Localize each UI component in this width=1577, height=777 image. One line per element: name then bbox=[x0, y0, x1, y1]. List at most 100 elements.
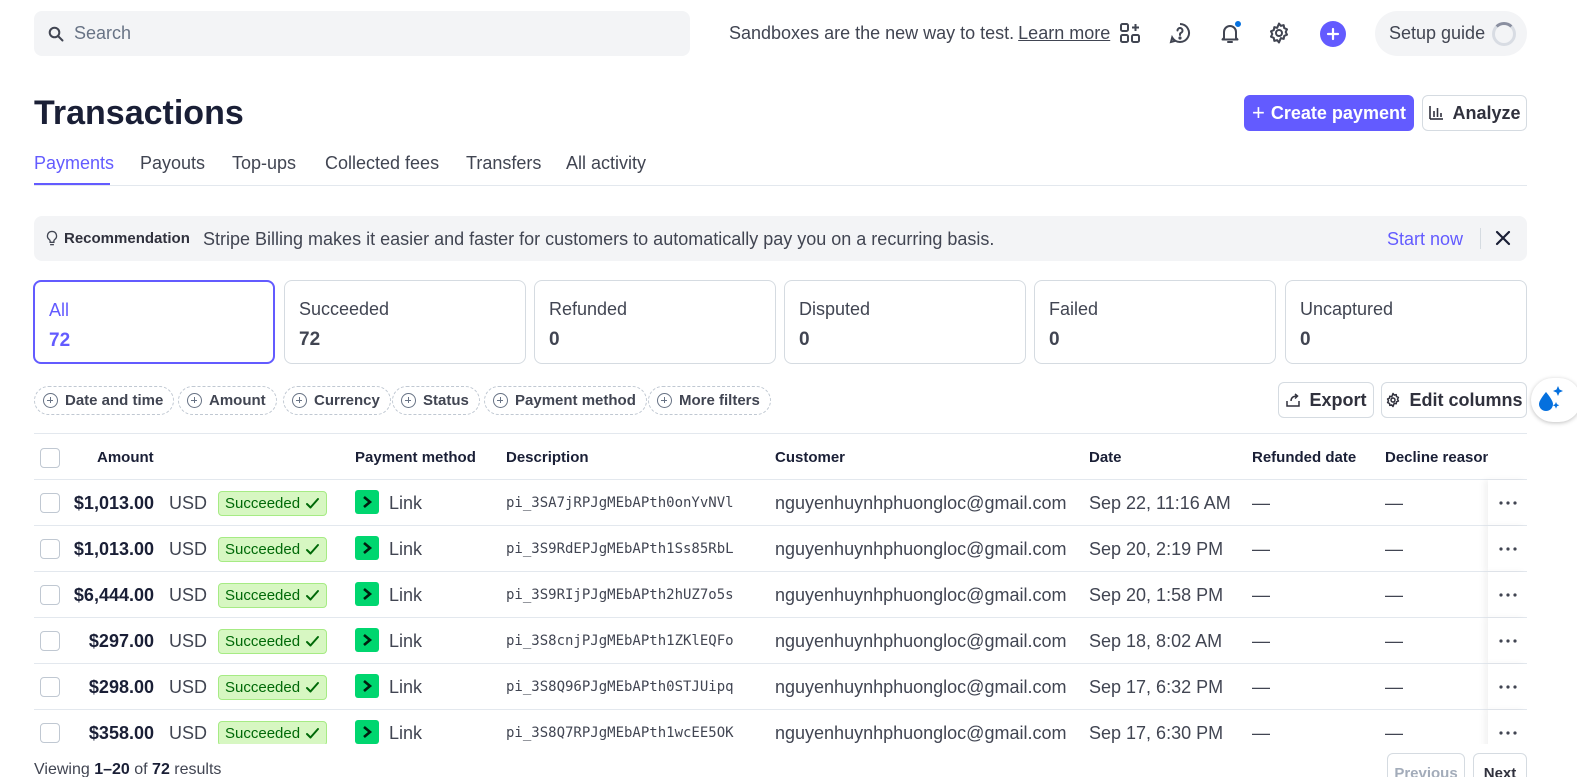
tab-payouts[interactable]: Payouts bbox=[140, 153, 205, 174]
start-now-link[interactable]: Start now bbox=[1387, 229, 1463, 250]
filter-status[interactable]: Status bbox=[392, 386, 480, 415]
table-row[interactable]: $1,013.00 USD Succeeded Link pi_3S9RdEPJ… bbox=[34, 525, 1527, 572]
bell-icon[interactable] bbox=[1217, 20, 1243, 46]
refunded-date-cell: — bbox=[1252, 723, 1270, 743]
status-badge: Succeeded bbox=[218, 491, 328, 516]
check-icon bbox=[306, 728, 320, 739]
status-count: 72 bbox=[299, 329, 321, 350]
next-page-button[interactable]: Next bbox=[1473, 753, 1527, 777]
plus-icon[interactable] bbox=[1320, 21, 1346, 47]
filter-amount[interactable]: Amount bbox=[178, 386, 277, 415]
export-button[interactable]: Export bbox=[1278, 382, 1374, 418]
results-label: results bbox=[174, 761, 222, 777]
table-row[interactable]: $298.00 USD Succeeded Link pi_3S8Q96PJgM… bbox=[34, 663, 1527, 710]
more-icon[interactable] bbox=[1488, 618, 1527, 664]
status-badge-label: Succeeded bbox=[225, 679, 301, 696]
transaction-tabs: Payments Payouts Top-ups Collected fees … bbox=[34, 145, 1527, 186]
analyze-button[interactable]: Analyze bbox=[1422, 95, 1527, 131]
column-header-refunded-date[interactable]: Refunded date bbox=[1252, 449, 1356, 466]
status-card-succeeded[interactable]: Succeeded 72 bbox=[284, 280, 526, 364]
learn-more-link[interactable]: Learn more bbox=[1018, 23, 1110, 43]
table-row[interactable]: $1,013.00 USD Succeeded Link pi_3SA7jRPJ… bbox=[34, 479, 1527, 526]
edit-columns-button[interactable]: Edit columns bbox=[1381, 382, 1527, 418]
filter-currency[interactable]: Currency bbox=[283, 386, 391, 415]
filter-payment-method[interactable]: Payment method bbox=[484, 386, 647, 415]
search-input[interactable] bbox=[74, 23, 634, 44]
more-icon[interactable] bbox=[1488, 664, 1527, 710]
column-header-decline-reason[interactable]: Decline reason bbox=[1385, 449, 1492, 466]
payment-method-cell: Link bbox=[389, 493, 423, 513]
add-circle-icon bbox=[187, 393, 202, 408]
tab-payments[interactable]: Payments bbox=[34, 153, 114, 174]
status-label: Failed bbox=[1049, 299, 1099, 319]
decline-reason-cell: — bbox=[1385, 631, 1403, 651]
sparkle-drop-icon bbox=[1539, 386, 1563, 411]
create-payment-button[interactable]: + Create payment bbox=[1244, 95, 1414, 131]
status-badge: Succeeded bbox=[218, 629, 328, 654]
check-icon bbox=[306, 590, 320, 601]
add-circle-icon bbox=[292, 393, 307, 408]
tab-all-activity[interactable]: All activity bbox=[566, 153, 646, 174]
select-all-checkbox[interactable] bbox=[40, 448, 60, 468]
add-circle-icon bbox=[493, 393, 508, 408]
filter-label: Date and time bbox=[65, 392, 164, 409]
amount-cell: $6,444.00 bbox=[73, 585, 154, 605]
previous-label: Previous bbox=[1394, 764, 1458, 777]
column-header-description[interactable]: Description bbox=[506, 449, 589, 466]
more-icon[interactable] bbox=[1488, 572, 1527, 618]
column-header-customer[interactable]: Customer bbox=[775, 449, 845, 466]
filter-more-filters[interactable]: More filters bbox=[648, 386, 771, 415]
amount-cell: $1,013.00 bbox=[73, 539, 154, 559]
more-icon[interactable] bbox=[1488, 710, 1527, 744]
close-icon[interactable] bbox=[1494, 229, 1512, 247]
table-row[interactable]: $297.00 USD Succeeded Link pi_3S8cnjPJgM… bbox=[34, 617, 1527, 664]
previous-page-button[interactable]: Previous bbox=[1387, 753, 1465, 777]
currency-cell: USD bbox=[169, 493, 208, 513]
more-icon[interactable] bbox=[1488, 480, 1527, 526]
analyze-label: Analyze bbox=[1452, 102, 1521, 123]
filter-label: Amount bbox=[209, 392, 266, 409]
tab-transfers[interactable]: Transfers bbox=[466, 153, 541, 174]
setup-guide-button[interactable]: Setup guide bbox=[1375, 11, 1527, 56]
apps-icon[interactable] bbox=[1117, 20, 1143, 46]
table-row[interactable]: $6,444.00 USD Succeeded Link pi_3S9RIjPJ… bbox=[34, 571, 1527, 618]
status-badge-label: Succeeded bbox=[225, 633, 301, 650]
status-card-disputed[interactable]: Disputed 0 bbox=[784, 280, 1026, 364]
currency-cell: USD bbox=[169, 631, 208, 651]
payment-method-cell: Link bbox=[389, 585, 423, 605]
tab-collected-fees[interactable]: Collected fees bbox=[325, 153, 439, 174]
export-icon bbox=[1286, 393, 1301, 407]
link-logo-icon bbox=[355, 536, 379, 560]
decline-reason-cell: — bbox=[1385, 677, 1403, 697]
refunded-date-cell: — bbox=[1252, 677, 1270, 697]
date-cell: Sep 20, 1:58 PM bbox=[1089, 585, 1224, 605]
column-header-date[interactable]: Date bbox=[1089, 449, 1122, 466]
assistant-button[interactable] bbox=[1531, 378, 1577, 422]
tab-top-ups[interactable]: Top-ups bbox=[232, 153, 296, 174]
chart-icon bbox=[1429, 106, 1444, 120]
amount-cell: $298.00 bbox=[88, 677, 154, 697]
status-badge-label: Succeeded bbox=[225, 725, 301, 742]
status-badge: Succeeded bbox=[218, 583, 328, 608]
status-card-refunded[interactable]: Refunded 0 bbox=[534, 280, 776, 364]
help-icon[interactable] bbox=[1167, 20, 1193, 46]
filter-label: Currency bbox=[314, 392, 380, 409]
column-header-amount[interactable]: Amount bbox=[97, 449, 154, 466]
description-cell: pi_3S8Q96PJgMEbAPth0STJUipq bbox=[506, 679, 734, 695]
date-cell: Sep 18, 8:02 AM bbox=[1089, 631, 1223, 651]
filter-date-and-time[interactable]: Date and time bbox=[34, 386, 175, 415]
search-box[interactable] bbox=[34, 11, 690, 56]
currency-cell: USD bbox=[169, 677, 208, 697]
customer-cell: nguyenhuynhphuongloc@gmail.com bbox=[775, 585, 1067, 605]
gear-icon[interactable] bbox=[1266, 20, 1292, 46]
link-logo-icon bbox=[355, 720, 379, 744]
add-circle-icon bbox=[657, 393, 672, 408]
status-card-uncaptured[interactable]: Uncaptured 0 bbox=[1285, 280, 1527, 364]
table-row[interactable]: $358.00 USD Succeeded Link pi_3S8Q7RPJgM… bbox=[34, 709, 1527, 744]
add-circle-icon bbox=[43, 393, 58, 408]
status-card-failed[interactable]: Failed 0 bbox=[1034, 280, 1276, 364]
refunded-date-cell: — bbox=[1252, 493, 1270, 513]
more-icon[interactable] bbox=[1488, 526, 1527, 572]
column-header-payment-method[interactable]: Payment method bbox=[355, 449, 476, 466]
status-card-all[interactable]: All 72 bbox=[33, 280, 275, 364]
